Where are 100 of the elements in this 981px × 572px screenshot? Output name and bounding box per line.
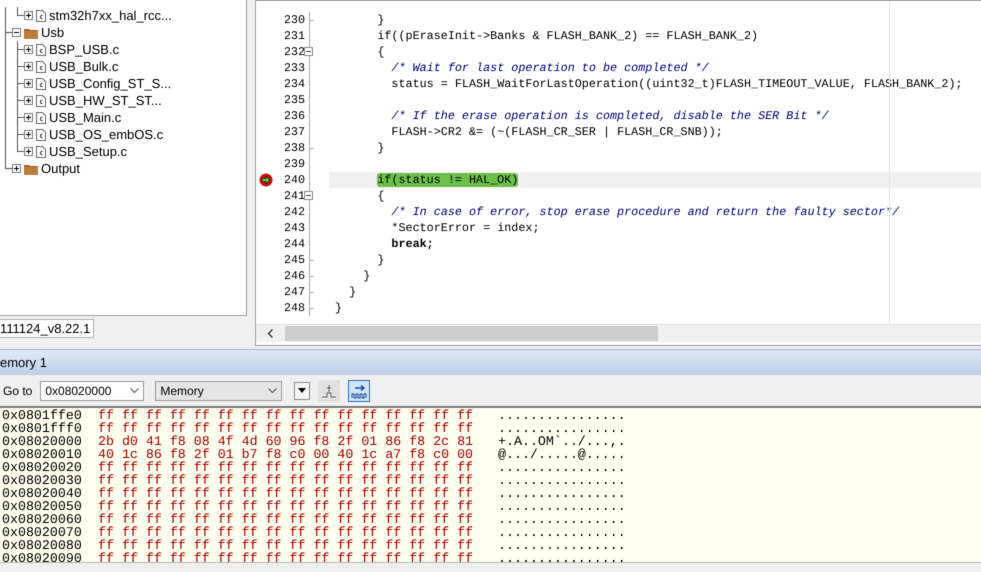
memory-ascii: ................ (498, 409, 626, 422)
memory-bytes: ff ff ff ff ff ff ff ff ff ff ff ff ff ff ff ff (98, 539, 474, 552)
memory-address: 0x0801fff0 (1, 422, 83, 435)
file-label[interactable]: USB_HW_ST_ST... (49, 93, 162, 108)
file-icon (36, 60, 46, 72)
memory-ascii: ................ (498, 552, 626, 565)
code-line: { (376, 44, 386, 60)
file-label[interactable]: USB_Setup.c (49, 144, 128, 159)
expand-icon[interactable] (24, 45, 33, 54)
code-line: } (334, 300, 344, 316)
memory-ascii: @.../.....@..... (498, 448, 626, 461)
code-line: } (362, 268, 372, 284)
line-number: 235 (282, 93, 305, 107)
toolbar-button[interactable] (318, 380, 340, 402)
code-line: FLASH->CR2 &= (~(FLASH_CR_SER | FLASH_CR_SNB)); (390, 124, 724, 140)
code-comment: /* If the erase operation is completed, disable the SER Bit */ (390, 108, 830, 124)
memory-ascii: ................ (498, 487, 626, 500)
horizontal-scrollbar[interactable] (256, 324, 981, 342)
memory-ascii: ................ (498, 539, 626, 552)
memory-address: 0x08020060 (1, 513, 83, 526)
memory-address: 0x08020070 (1, 526, 83, 539)
file-icon (36, 44, 46, 56)
expand-icon[interactable] (24, 130, 33, 139)
chevron-down-icon[interactable] (268, 388, 278, 394)
code-line: } (348, 284, 358, 300)
goto-label: Go to (3, 384, 32, 398)
memory-address: 0x08020040 (1, 487, 83, 500)
folder-label[interactable]: Output (41, 161, 80, 176)
memory-ascii: ................ (498, 422, 626, 435)
code-line: } (376, 140, 386, 156)
line-number: 241 (282, 189, 305, 203)
memory-bytes: ff ff ff ff ff ff ff ff ff ff ff ff ff ff ff ff (98, 474, 474, 487)
memory-ascii: ................ (498, 500, 626, 513)
line-number: 247 (282, 285, 305, 299)
expand-icon[interactable] (24, 79, 33, 88)
panel-title: emory 1 (0, 354, 47, 370)
file-label[interactable]: stm32h7xx_hal_rcc... (49, 8, 172, 23)
memory-bytes: ff ff ff ff ff ff ff ff ff ff ff ff ff ff ff ff (98, 487, 474, 500)
memory-bytes: 2b d0 41 f8 08 4f 4d 60 96 f8 2f 01 86 f8 2c 81 (98, 435, 474, 448)
memory-bytes: ff ff ff ff ff ff ff ff ff ff ff ff ff ff ff ff (98, 422, 474, 435)
file-icon (36, 78, 46, 90)
memory-ascii: ................ (498, 461, 626, 474)
file-label[interactable]: USB_Bulk.c (49, 59, 118, 74)
memory-address: 0x0801ffe0 (1, 409, 83, 422)
expand-icon[interactable] (24, 96, 33, 105)
collapse-icon[interactable] (12, 28, 21, 37)
memory-bytes: ff ff ff ff ff ff ff ff ff ff ff ff ff ff ff ff (98, 552, 474, 565)
expand-icon[interactable] (24, 11, 33, 20)
folder-icon (24, 162, 38, 174)
dropdown-button[interactable] (294, 382, 310, 400)
line-number: 239 (282, 157, 305, 171)
memory-address: 0x08020050 (1, 500, 83, 513)
memory-bytes: ff ff ff ff ff ff ff ff ff ff ff ff ff ff ff ff (98, 526, 474, 539)
file-label[interactable]: USB_OS_embOS.c (49, 127, 164, 142)
workspace-tab[interactable]: 111124_v8.22.1 (0, 319, 94, 338)
file-icon (36, 128, 46, 140)
toolbar-button[interactable] (348, 380, 370, 402)
triangle-down-icon (298, 388, 306, 393)
code-comment: /* Wait for last operation to be completed */ (390, 60, 710, 76)
memory-bytes: ff ff ff ff ff ff ff ff ff ff ff ff ff ff ff ff (98, 409, 474, 422)
line-number: 232 (282, 45, 305, 59)
file-label[interactable]: USB_Main.c (49, 110, 122, 125)
line-number: 242 (282, 205, 305, 219)
code-line: { (376, 188, 386, 204)
memory-address: 0x08020090 (1, 552, 83, 565)
file-icon (36, 146, 46, 158)
line-number: 244 (282, 237, 305, 251)
memory-address: 0x08020010 (1, 448, 83, 461)
format-combobox[interactable]: Memory (155, 380, 282, 400)
memory-bytes: ff ff ff ff ff ff ff ff ff ff ff ff ff ff ff ff (98, 513, 474, 526)
marker-icon (321, 382, 338, 398)
line-number: 234 (282, 77, 305, 91)
expand-icon[interactable] (12, 164, 21, 173)
folder-icon (24, 26, 38, 38)
line-number: 233 (282, 61, 305, 75)
collapse-icon[interactable] (304, 47, 313, 56)
memory-bytes: 40 1c 86 f8 2f 01 b7 f8 c0 00 40 1c a7 f8 c0 00 (98, 448, 474, 461)
line-number: 238 (282, 141, 305, 155)
file-icon (36, 112, 46, 124)
expand-icon[interactable] (24, 62, 33, 71)
file-label[interactable]: BSP_USB.c (49, 42, 120, 57)
memory-address: 0x08020020 (1, 461, 83, 474)
memory-address: 0x08020080 (1, 539, 83, 552)
expand-icon[interactable] (24, 113, 33, 122)
memory-address: 0x08020030 (1, 474, 83, 487)
memory-ascii: ................ (498, 526, 626, 539)
code-comment: /* In case of error, stop erase procedure and return the faulty sector*/ (390, 204, 900, 220)
file-label[interactable]: USB_Config_ST_S... (49, 76, 172, 91)
expand-icon[interactable] (24, 147, 33, 156)
folder-label[interactable]: Usb (41, 25, 64, 40)
waveform-icon (351, 382, 368, 398)
line-number: 248 (282, 301, 305, 315)
line-number: 246 (282, 269, 305, 283)
file-icon (36, 10, 46, 22)
code-line: *SectorError = index; (390, 220, 540, 236)
chevron-down-icon[interactable] (130, 388, 140, 394)
line-number: 245 (282, 253, 305, 267)
address-combobox[interactable]: 0x08020000 (40, 380, 144, 400)
collapse-icon[interactable] (304, 191, 313, 200)
memory-ascii: +.A..OM`../...,. (498, 435, 626, 448)
